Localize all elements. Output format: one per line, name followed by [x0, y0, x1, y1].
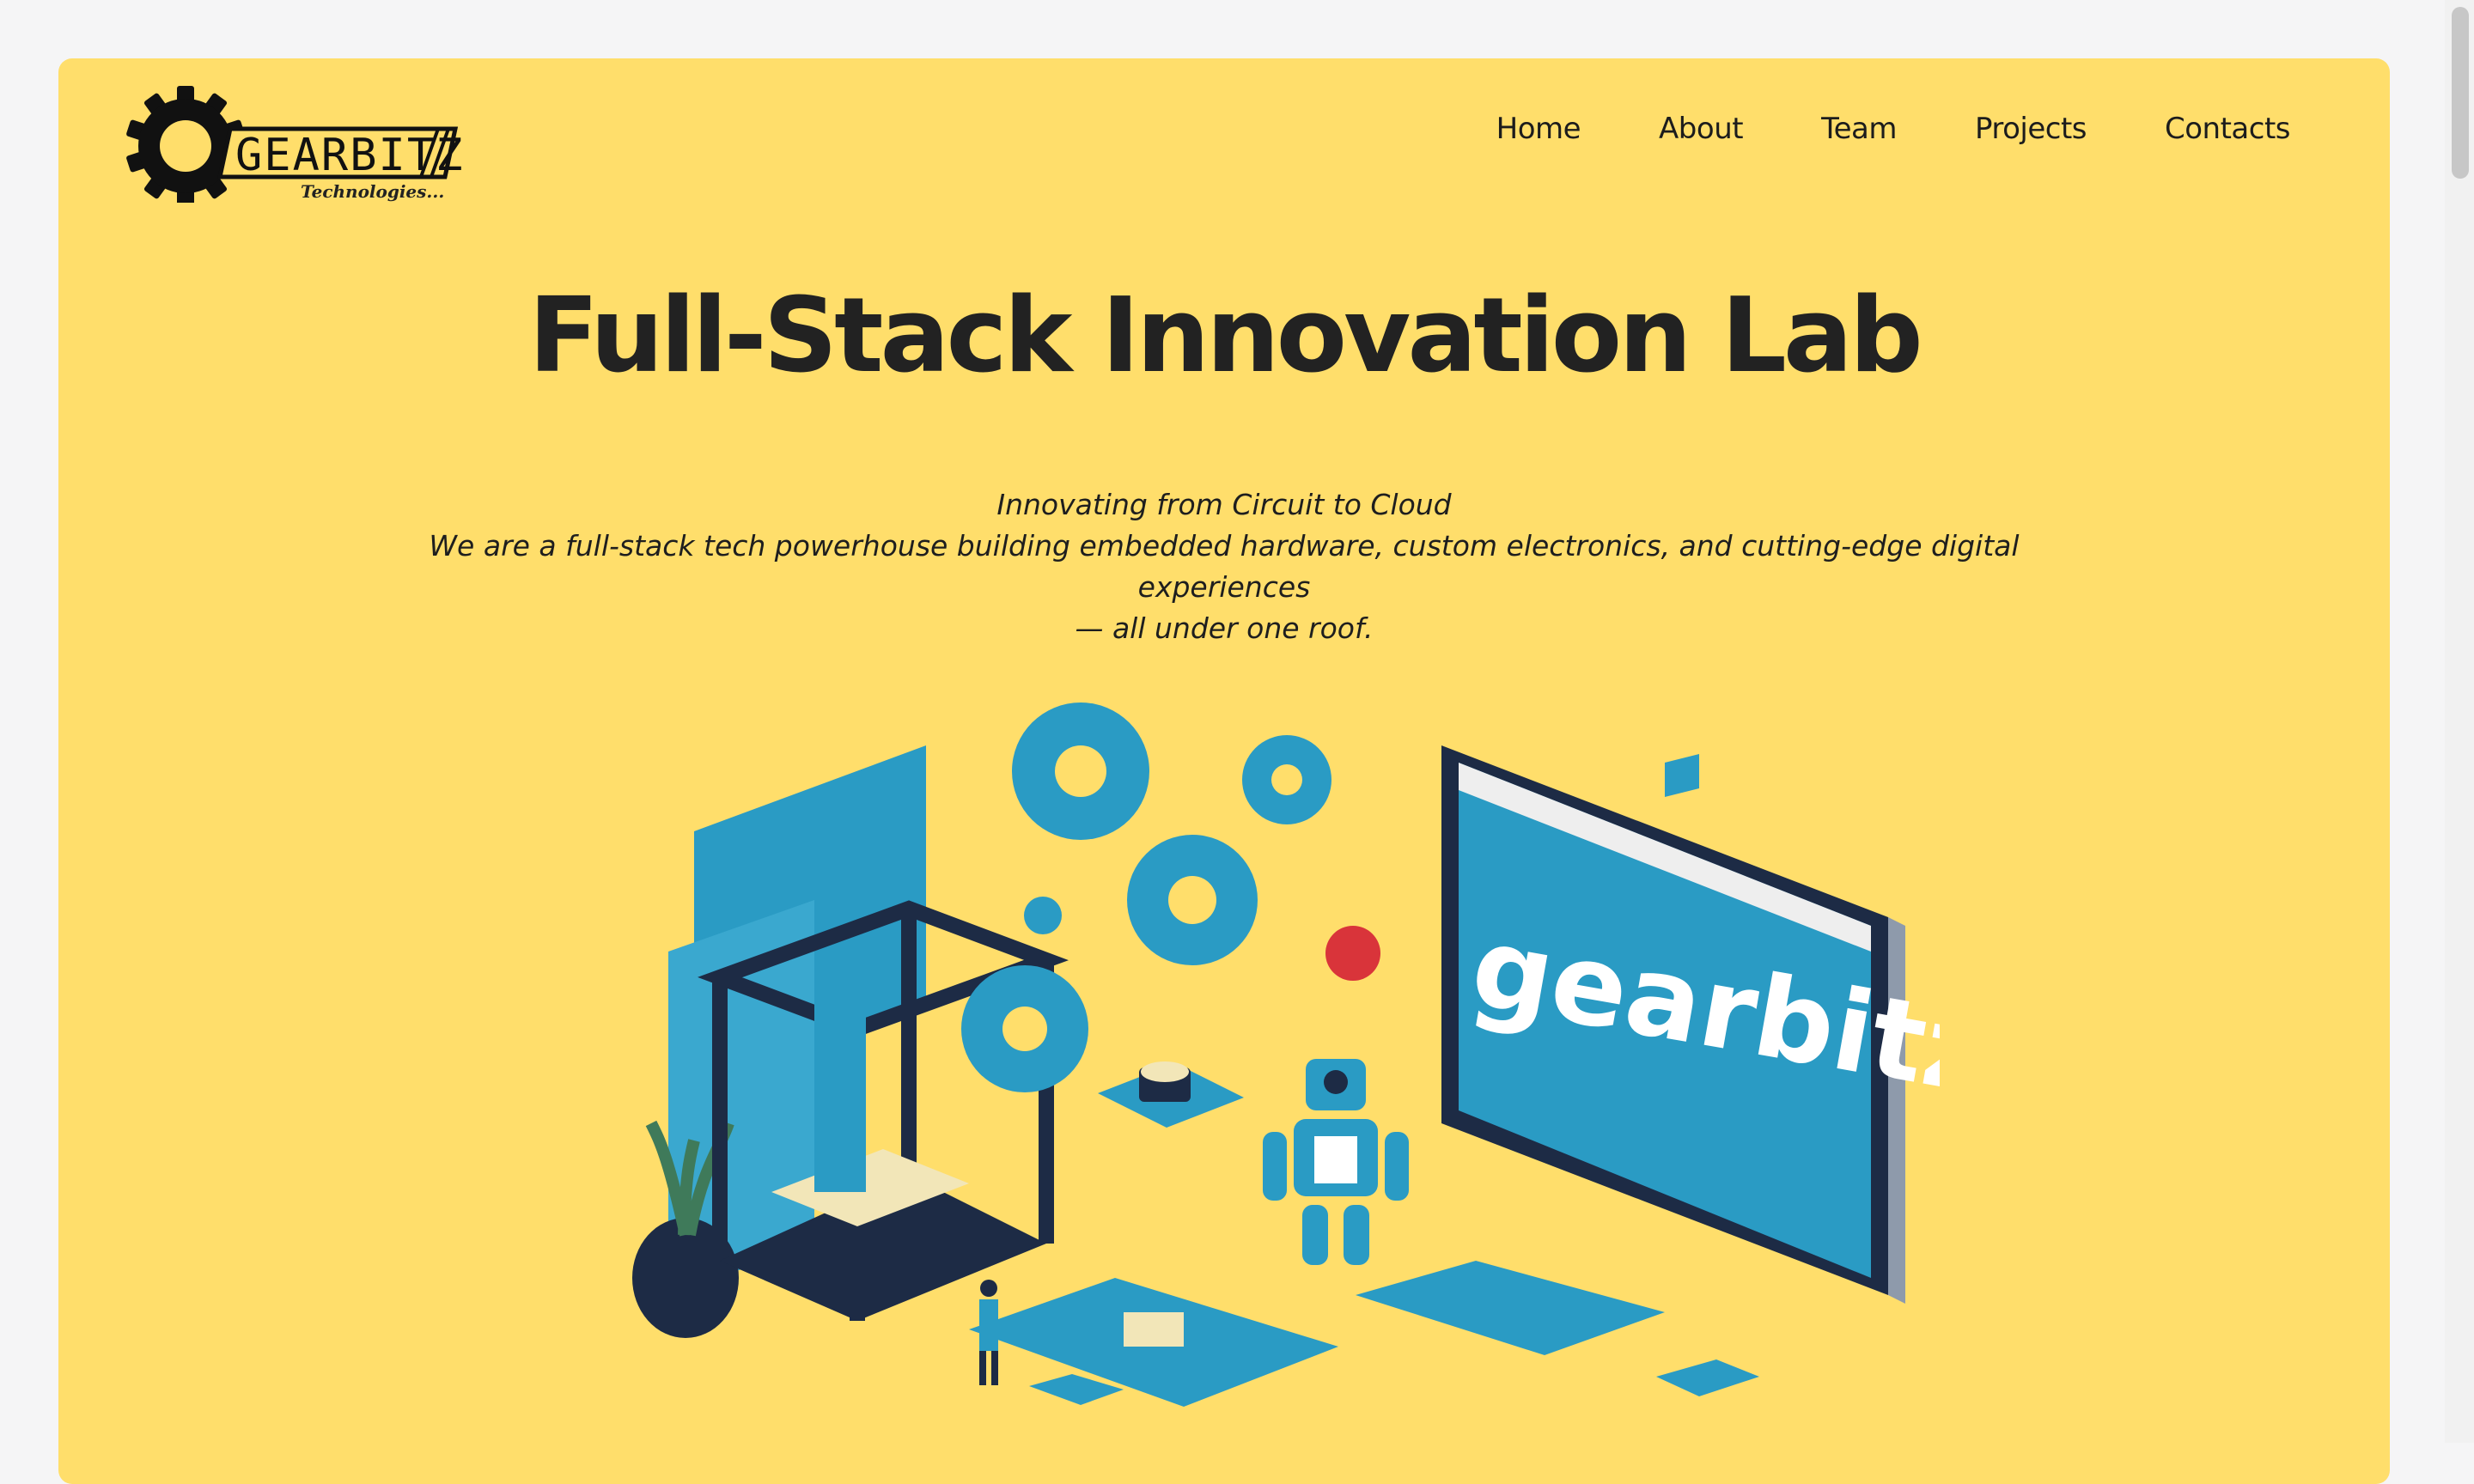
- page-scrollbar[interactable]: [2445, 0, 2474, 1443]
- nav-home[interactable]: Home: [1496, 112, 1581, 146]
- hero-title: Full-Stack Innovation Lab: [528, 277, 1923, 396]
- gear-icon: GEARBITZ Technologies...: [126, 86, 464, 203]
- scrollbar-thumb[interactable]: [2452, 7, 2469, 179]
- logo-text: GEARBITZ: [235, 130, 464, 181]
- nav-contacts[interactable]: Contacts: [2165, 112, 2291, 146]
- brand-logo[interactable]: GEARBITZ Technologies...: [120, 76, 464, 203]
- nav-projects[interactable]: Projects: [1975, 112, 2087, 146]
- logo-tagline: Technologies...: [301, 181, 444, 202]
- main-nav: Home About Team Projects Contacts: [1496, 112, 2291, 146]
- hero-illustration: gearbitz: [565, 642, 1940, 1441]
- hero-description: We are a full-stack tech powerhouse buil…: [429, 529, 2020, 604]
- hero-card: GEARBITZ Technologies... Home About Team…: [58, 58, 2390, 1484]
- hero-subtitle: Innovating from Circuit to Cloud We are …: [402, 484, 2046, 649]
- nav-team[interactable]: Team: [1821, 112, 1897, 146]
- hero-tagline: Innovating from Circuit to Cloud: [996, 488, 1452, 521]
- nav-about[interactable]: About: [1659, 112, 1744, 146]
